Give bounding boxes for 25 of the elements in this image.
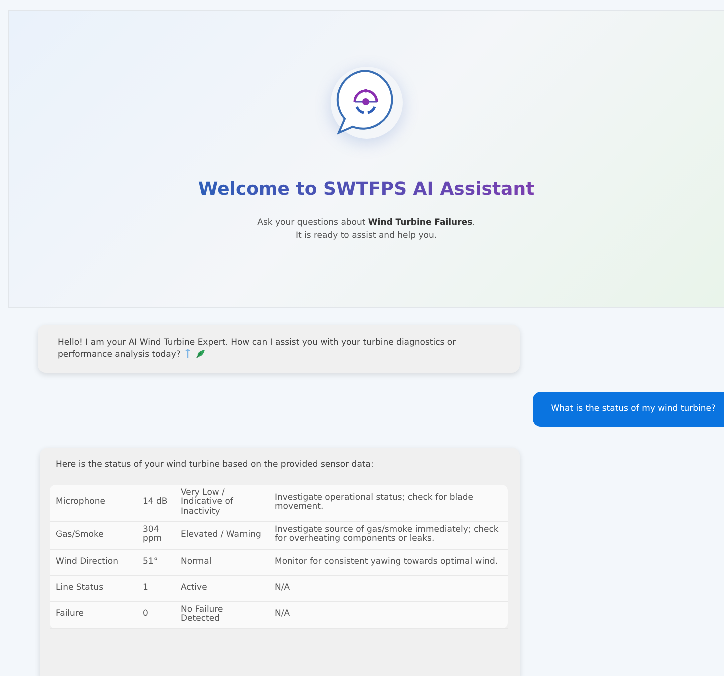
table-cell: Monitor for consistent yawing towards optimal wind.: [269, 549, 508, 576]
table-cell: Microphone: [50, 485, 137, 522]
table-cell: 1: [137, 575, 175, 602]
table-cell: Investigate operational status; check for blade movement.: [269, 485, 508, 522]
table-cell: Elevated / Warning: [175, 522, 269, 550]
table-cell: Wind Direction: [50, 549, 137, 576]
table-cell: 0: [137, 601, 175, 629]
table-cell: N/A: [269, 601, 508, 629]
table-cell: Line Status: [50, 575, 137, 602]
table-cell: No Failure Detected: [175, 601, 269, 629]
table-cell: Active: [175, 575, 269, 602]
table-cell: N/A: [269, 575, 508, 602]
message-text: Hello! I am your AI Wind Turbine Expert. How can I assist you with your turbine diagnostics or performance analysis today?: [58, 338, 456, 360]
table-cell: Investigate source of gas/smoke immediately; check for overheating components or leaks.: [269, 522, 508, 550]
table-cell: Very Low / Indicative of Inactivity: [175, 485, 269, 522]
table-cell: 14 dB: [137, 485, 175, 522]
table-cell: Gas/Smoke: [50, 522, 137, 550]
table-cell: Failure: [50, 601, 137, 629]
message-text: Here is the status of your wind turbine based on the provided sensor data:: [55, 461, 375, 472]
subtitle-text: Ask your questions about Wind Turbine Failures.: [258, 218, 476, 228]
table-cell: 51°: [137, 549, 175, 576]
user-message: What is the status of my wind turbine?: [533, 392, 724, 428]
table-cell: Normal: [175, 549, 269, 576]
table-cell: 304 ppm: [137, 522, 175, 550]
subtitle-text: It is ready to assist and help you.: [296, 231, 438, 241]
